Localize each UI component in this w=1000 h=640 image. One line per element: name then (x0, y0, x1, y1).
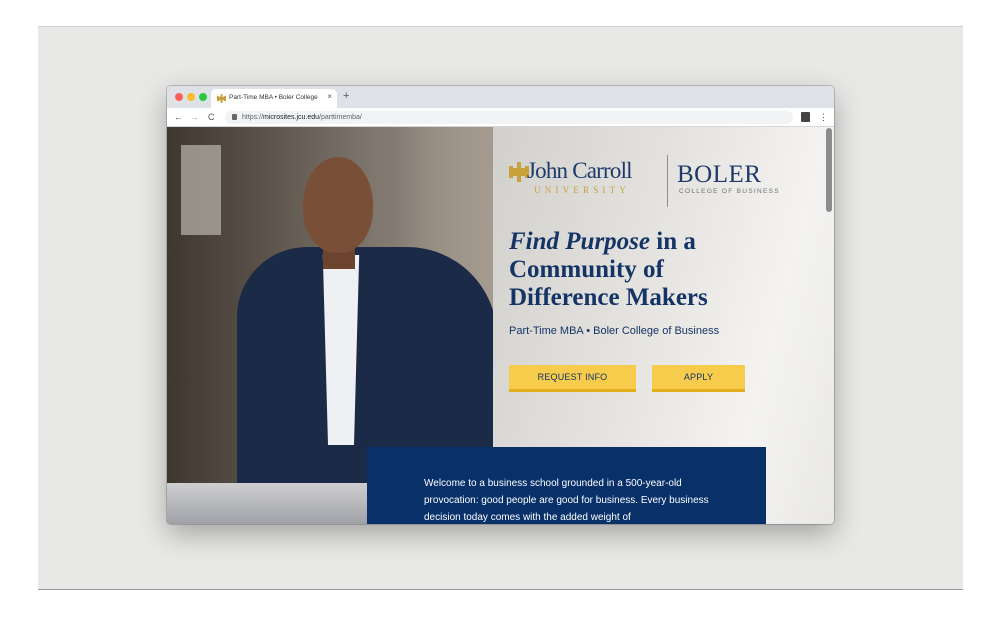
request-info-button[interactable]: REQUEST INFO (509, 365, 636, 392)
page-subhead: Part-Time MBA • Boler College of Busines… (509, 325, 720, 337)
url-text: https://microsites.jcu.edu/parttimemba/ (242, 112, 362, 123)
logo-primary-sub: UNIVERSITY (534, 185, 630, 195)
close-window-button[interactable] (175, 93, 183, 101)
maximize-window-button[interactable] (199, 93, 207, 101)
url-path: /parttimemba/ (319, 114, 362, 121)
tab-close-icon[interactable]: × (327, 92, 332, 102)
lock-icon (232, 114, 237, 120)
headline-part-3: Difference Makers (509, 284, 708, 311)
page-headline: Find Purpose in a Community of Difference … (509, 228, 829, 312)
headline-part-2: Community of (509, 256, 664, 283)
tab-strip: Part-Time MBA • Boler College × + (167, 86, 834, 108)
photo-background-window (181, 145, 221, 235)
forward-icon[interactable]: → (190, 111, 199, 123)
logo-primary: John Carroll (527, 158, 633, 183)
headline-emphasis: Find Purpose (509, 228, 651, 255)
logo-secondary-sub: COLLEGE OF BUSINESS (679, 188, 780, 195)
kebab-menu-icon[interactable]: ⋮ (819, 111, 828, 123)
browser-toolbar: ← → C https://microsites.jcu.edu/parttim… (167, 108, 834, 127)
profile-icon[interactable] (801, 112, 810, 122)
headline-part-1: in a (650, 228, 696, 255)
address-bar[interactable]: https://microsites.jcu.edu/parttimemba/ (225, 111, 793, 124)
reload-icon[interactable]: C (208, 111, 215, 123)
page-scrollbar[interactable] (826, 128, 832, 212)
web-page: John Carroll UNIVERSITY BOLER COLLEGE OF… (167, 127, 834, 524)
back-icon[interactable]: ← (174, 111, 183, 123)
apply-button[interactable]: APPLY (652, 365, 745, 392)
logo-secondary: BOLER (677, 161, 762, 188)
jcu-cross-icon (509, 162, 529, 182)
welcome-text: Welcome to a business school grounded in… (424, 478, 709, 523)
new-tab-button[interactable]: + (343, 90, 349, 102)
college-logo[interactable]: John Carroll UNIVERSITY BOLER COLLEGE OF… (509, 155, 809, 207)
browser-tab[interactable]: Part-Time MBA • Boler College × (211, 89, 337, 108)
url-host: microsites.jcu.edu (263, 114, 320, 121)
welcome-panel: Welcome to a business school grounded in… (367, 447, 766, 524)
logo-divider (667, 155, 668, 207)
browser-window: Part-Time MBA • Boler College × + ← → C … (167, 86, 834, 524)
url-scheme: https:// (242, 114, 264, 121)
jcu-cross-icon (217, 94, 226, 103)
person-head (303, 157, 373, 253)
minimize-window-button[interactable] (187, 93, 195, 101)
tab-title: Part-Time MBA • Boler College (229, 94, 318, 101)
